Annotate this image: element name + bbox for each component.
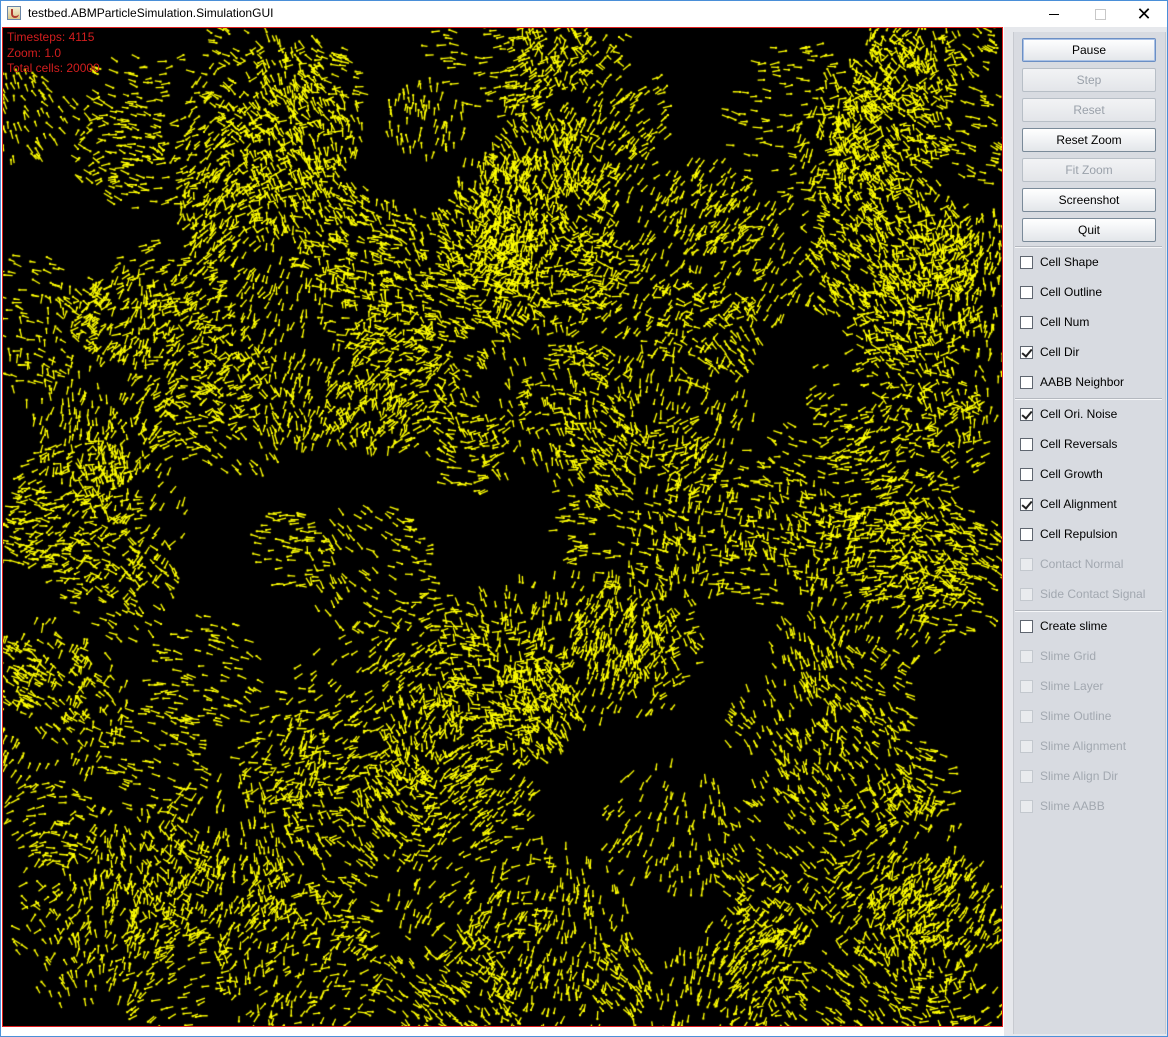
- cell-growth-label: Cell Growth: [1040, 467, 1103, 481]
- checkbox-icon: [1020, 557, 1033, 571]
- side-contact-signal-checkbox[interactable]: Side Contact Signal: [1020, 584, 1145, 604]
- checkbox-icon: [1020, 739, 1033, 753]
- java-app-icon: [7, 6, 21, 20]
- contact-normal-label: Contact Normal: [1040, 557, 1124, 571]
- reset-zoom-button[interactable]: Reset Zoom: [1022, 128, 1156, 152]
- timesteps-readout: Timesteps: 4115: [7, 30, 95, 44]
- cell-num-checkbox[interactable]: Cell Num: [1020, 312, 1089, 332]
- cell-growth-checkbox[interactable]: Cell Growth: [1020, 464, 1103, 484]
- separator: [1015, 610, 1162, 612]
- checkbox-icon: [1020, 285, 1033, 299]
- slime-alignment-label: Slime Alignment: [1040, 739, 1127, 753]
- close-button[interactable]: ✕: [1121, 1, 1167, 27]
- checkbox-icon: [1020, 709, 1033, 723]
- checkbox-icon: [1020, 255, 1033, 269]
- contact-normal-checkbox[interactable]: Contact Normal: [1020, 554, 1123, 574]
- checkbox-icon: [1020, 527, 1033, 541]
- fit-zoom-button[interactable]: Fit Zoom: [1022, 158, 1156, 182]
- cell-alignment-checkbox[interactable]: Cell Alignment: [1020, 494, 1117, 514]
- cell-outline-label: Cell Outline: [1040, 285, 1103, 299]
- create-slime-label: Create slime: [1040, 619, 1108, 633]
- application-window: testbed.ABMParticleSimulation.Simulation…: [0, 0, 1168, 1037]
- slime-layer-label: Slime Layer: [1040, 679, 1104, 693]
- simulation-canvas-area[interactable]: Timesteps: 4115 Zoom: 1.0 Total cells: 2…: [2, 27, 1003, 1027]
- control-panel-inner: Pause Step Reset Reset Zoom Fit Zoom Scr…: [1013, 32, 1166, 1034]
- checkbox-icon: [1020, 315, 1033, 329]
- control-panel: Pause Step Reset Reset Zoom Fit Zoom Scr…: [1004, 27, 1167, 1036]
- checkbox-icon: [1020, 619, 1033, 633]
- checkbox-icon: [1020, 375, 1033, 389]
- cell-alignment-label: Cell Alignment: [1040, 497, 1117, 511]
- maximize-button[interactable]: [1077, 1, 1123, 27]
- cell-ori-noise-checkbox[interactable]: Cell Ori. Noise: [1020, 404, 1117, 424]
- checkbox-icon: [1020, 467, 1033, 481]
- cell-shape-checkbox[interactable]: Cell Shape: [1020, 252, 1099, 272]
- quit-button[interactable]: Quit: [1022, 218, 1156, 242]
- window-title: testbed.ABMParticleSimulation.Simulation…: [28, 6, 274, 20]
- slime-aabb-label: Slime AABB: [1040, 799, 1105, 813]
- checkbox-icon: [1020, 649, 1033, 663]
- cell-outline-checkbox[interactable]: Cell Outline: [1020, 282, 1102, 302]
- total-cells-readout: Total cells: 20000: [7, 61, 100, 75]
- checkbox-icon: [1020, 497, 1033, 511]
- cell-shape-label: Cell Shape: [1040, 255, 1099, 269]
- zoom-readout: Zoom: 1.0: [7, 46, 62, 60]
- checkbox-icon: [1020, 407, 1033, 421]
- slime-align-dir-checkbox[interactable]: Slime Align Dir: [1020, 766, 1118, 786]
- title-bar[interactable]: testbed.ABMParticleSimulation.Simulation…: [1, 1, 1167, 27]
- cell-num-label: Cell Num: [1040, 315, 1090, 329]
- separator: [1015, 246, 1162, 248]
- cell-repulsion-label: Cell Repulsion: [1040, 527, 1118, 541]
- minimize-button[interactable]: [1031, 1, 1077, 27]
- cell-reversals-label: Cell Reversals: [1040, 437, 1118, 451]
- slime-grid-checkbox[interactable]: Slime Grid: [1020, 646, 1096, 666]
- cell-dir-label: Cell Dir: [1040, 345, 1080, 359]
- simulation-canvas[interactable]: [3, 28, 1002, 1026]
- cell-dir-checkbox[interactable]: Cell Dir: [1020, 342, 1079, 362]
- checkbox-icon: [1020, 437, 1033, 451]
- create-slime-checkbox[interactable]: Create slime: [1020, 616, 1107, 636]
- close-icon: ✕: [1136, 3, 1152, 24]
- aabb-neighbor-checkbox[interactable]: AABB Neighbor: [1020, 372, 1124, 392]
- checkbox-icon: [1020, 769, 1033, 783]
- checkbox-icon: [1020, 587, 1033, 601]
- screenshot-button[interactable]: Screenshot: [1022, 188, 1156, 212]
- slime-align-dir-label: Slime Align Dir: [1040, 769, 1119, 783]
- slime-aabb-checkbox[interactable]: Slime AABB: [1020, 796, 1105, 816]
- checkbox-icon: [1020, 799, 1033, 813]
- slime-grid-label: Slime Grid: [1040, 649, 1097, 663]
- maximize-icon: [1094, 8, 1106, 20]
- checkbox-icon: [1020, 679, 1033, 693]
- minimize-icon: [1049, 13, 1059, 15]
- reset-button[interactable]: Reset: [1022, 98, 1156, 122]
- cell-reversals-checkbox[interactable]: Cell Reversals: [1020, 434, 1117, 454]
- checkbox-icon: [1020, 345, 1033, 359]
- cell-repulsion-checkbox[interactable]: Cell Repulsion: [1020, 524, 1117, 544]
- pause-button[interactable]: Pause: [1022, 38, 1156, 62]
- slime-outline-label: Slime Outline: [1040, 709, 1112, 723]
- cell-ori-noise-label: Cell Ori. Noise: [1040, 407, 1118, 421]
- slime-layer-checkbox[interactable]: Slime Layer: [1020, 676, 1103, 696]
- aabb-neighbor-label: AABB Neighbor: [1040, 375, 1125, 389]
- step-button[interactable]: Step: [1022, 68, 1156, 92]
- slime-alignment-checkbox[interactable]: Slime Alignment: [1020, 736, 1126, 756]
- separator: [1015, 398, 1162, 400]
- side-contact-signal-label: Side Contact Signal: [1040, 587, 1146, 601]
- slime-outline-checkbox[interactable]: Slime Outline: [1020, 706, 1111, 726]
